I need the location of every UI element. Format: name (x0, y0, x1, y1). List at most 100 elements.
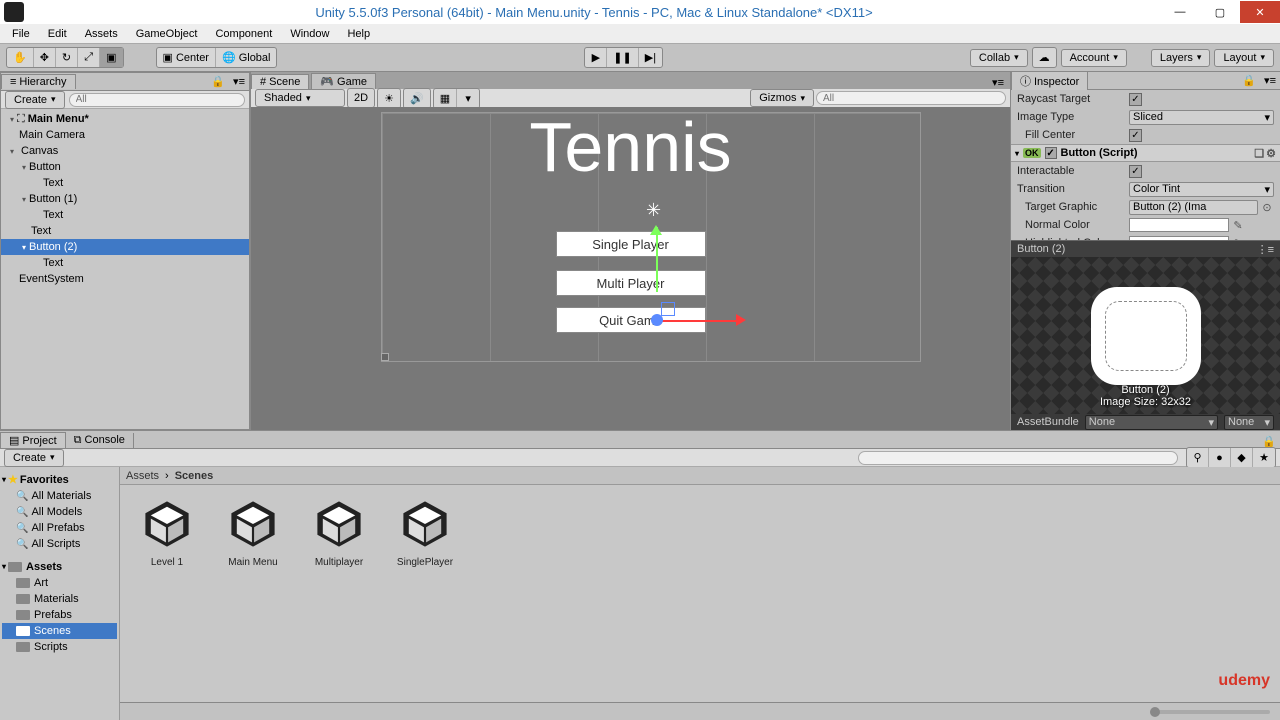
fx-toggle[interactable]: ▦ (434, 89, 457, 108)
scene-tab-menu-icon[interactable]: ▾≡ (986, 76, 1010, 89)
pivot-center[interactable]: ▣Center (157, 48, 216, 67)
folder-item[interactable]: Art (2, 575, 117, 591)
save-search-icon[interactable]: ★ (1253, 448, 1275, 467)
hierarchy-item[interactable]: Text (1, 223, 249, 239)
menu-edit[interactable]: Edit (42, 26, 73, 42)
folder-item[interactable]: Scripts (2, 639, 117, 655)
cloud-button[interactable]: ☁ (1033, 48, 1056, 67)
scene-view[interactable]: Tennis ✳ Single Player Multi Player Quit… (251, 107, 1010, 430)
2d-toggle[interactable]: 2D (348, 89, 374, 107)
shading-mode[interactable]: Shaded (255, 89, 345, 107)
rotate-tool[interactable]: ↻ (56, 48, 78, 67)
move-tool[interactable]: ✥ (34, 48, 56, 67)
hierarchy-item[interactable]: Text (1, 207, 249, 223)
layout-dropdown[interactable]: Layout (1214, 49, 1274, 67)
inspector-lock-icon[interactable]: 🔒 (1238, 74, 1260, 87)
target-graphic-field[interactable]: Button (2) (Ima (1129, 200, 1258, 215)
hierarchy-menu-icon[interactable]: ▾≡ (229, 75, 249, 88)
hierarchy-item[interactable]: EventSystem (1, 271, 249, 287)
menu-gameobject[interactable]: GameObject (130, 26, 204, 42)
layers-dropdown[interactable]: Layers (1151, 49, 1211, 67)
filter-label-icon[interactable]: ◆ (1231, 448, 1253, 467)
hierarchy-search[interactable] (69, 93, 245, 107)
unity-scene-icon (310, 495, 368, 553)
project-tab[interactable]: ▤Project (0, 432, 66, 448)
hierarchy-item[interactable]: Text (1, 255, 249, 271)
fill-center-checkbox[interactable]: ✓ (1129, 129, 1142, 142)
help-icon[interactable]: ❏ (1254, 147, 1264, 160)
lighting-toggle[interactable]: ☀ (378, 89, 400, 108)
assets-header[interactable]: ▾Assets (2, 558, 117, 575)
scene-row[interactable]: ▾⛶Main Menu* (1, 111, 249, 127)
project-search[interactable] (858, 451, 1178, 465)
pivot-global[interactable]: 🌐Global (216, 48, 277, 67)
component-enable-checkbox[interactable]: ✓ (1045, 147, 1057, 159)
folder-item[interactable]: Prefabs (2, 607, 117, 623)
image-type-dropdown[interactable]: Sliced▾ (1129, 110, 1274, 125)
favorite-item[interactable]: 🔍All Scripts (2, 536, 117, 552)
interactable-checkbox[interactable]: ✓ (1129, 165, 1142, 178)
gear-icon[interactable]: ⚙ (1266, 147, 1276, 160)
breadcrumb-item[interactable]: Scenes (175, 470, 214, 482)
rect-tool[interactable]: ▣ (100, 48, 122, 67)
assetbundle-variant-dropdown[interactable]: None▾ (1224, 415, 1274, 430)
hierarchy-item[interactable]: Text (1, 175, 249, 191)
project-create-dropdown[interactable]: Create (4, 449, 64, 467)
raycast-checkbox[interactable]: ✓ (1129, 93, 1142, 106)
fx-dropdown[interactable]: ▾ (457, 89, 479, 108)
preview-menu-icon[interactable]: ⋮≡ (1257, 243, 1274, 256)
hierarchy-item[interactable]: ▾Button (1, 159, 249, 175)
search-filter-icon[interactable]: ⚲ (1187, 448, 1209, 467)
breadcrumb-item[interactable]: Assets (126, 470, 159, 482)
filter-type-icon[interactable]: ● (1209, 448, 1231, 467)
folder-item[interactable]: Materials (2, 591, 117, 607)
menu-assets[interactable]: Assets (79, 26, 124, 42)
menu-window[interactable]: Window (284, 26, 335, 42)
step-button[interactable]: ▶| (639, 48, 662, 67)
inspector-tab[interactable]: ⓘInspector (1011, 71, 1088, 90)
menu-component[interactable]: Component (209, 26, 278, 42)
scene-asset[interactable]: Main Menu (216, 495, 290, 568)
hierarchy-item[interactable]: ▾Canvas (1, 143, 249, 159)
hierarchy-item[interactable]: Main Camera (1, 127, 249, 143)
thumbnail-zoom-slider[interactable] (1150, 710, 1270, 714)
scene-asset[interactable]: SinglePlayer (388, 495, 462, 568)
game-tab[interactable]: 🎮Game (311, 73, 376, 89)
favorite-item[interactable]: 🔍All Materials (2, 488, 117, 504)
folder-item-selected[interactable]: Scenes (2, 623, 117, 639)
favorite-item[interactable]: 🔍All Prefabs (2, 520, 117, 536)
hand-tool[interactable]: ✋ (7, 48, 34, 67)
pause-button[interactable]: ❚❚ (607, 48, 638, 67)
scene-tab[interactable]: #Scene (251, 74, 309, 89)
close-button[interactable]: ✕ (1240, 1, 1280, 23)
create-dropdown[interactable]: Create (5, 91, 65, 109)
gizmos-dropdown[interactable]: Gizmos (750, 89, 814, 107)
component-header-button[interactable]: ▾OK ✓ Button (Script) ❏⚙ (1011, 144, 1280, 162)
scene-asset[interactable]: Multiplayer (302, 495, 376, 568)
console-tab[interactable]: ⧉Console (66, 433, 134, 448)
account-dropdown[interactable]: Account (1061, 49, 1127, 67)
assetbundle-name-dropdown[interactable]: None▾ (1085, 415, 1218, 430)
scene-search[interactable] (816, 91, 1006, 105)
inspector-menu-icon[interactable]: ▾≡ (1260, 74, 1280, 87)
hierarchy-item[interactable]: ▾Button (1) (1, 191, 249, 207)
scale-tool[interactable]: ⤢ (78, 48, 100, 67)
hierarchy-item-selected[interactable]: ▾Button (2) (1, 239, 249, 255)
collab-dropdown[interactable]: Collab (970, 49, 1028, 67)
favorite-item[interactable]: 🔍All Models (2, 504, 117, 520)
minimize-button[interactable]: — (1160, 1, 1200, 23)
maximize-button[interactable]: ▢ (1200, 1, 1240, 23)
normal-color[interactable] (1129, 218, 1229, 232)
favorites-header[interactable]: ▾★Favorites (2, 471, 117, 488)
selection-handle[interactable] (381, 353, 389, 361)
object-picker-icon[interactable]: ⊙ (1260, 201, 1274, 214)
play-button[interactable]: ▶ (585, 48, 607, 67)
scene-asset[interactable]: Level 1 (130, 495, 204, 568)
hierarchy-lock-icon[interactable]: 🔒 (207, 75, 229, 88)
hierarchy-tab[interactable]: ≡Hierarchy (1, 74, 76, 89)
eyedropper-icon[interactable]: ✎ (1231, 219, 1245, 232)
transition-dropdown[interactable]: Color Tint▾ (1129, 182, 1274, 197)
audio-toggle[interactable]: 🔊 (404, 89, 430, 108)
menu-help[interactable]: Help (341, 26, 376, 42)
menu-file[interactable]: File (6, 26, 36, 42)
